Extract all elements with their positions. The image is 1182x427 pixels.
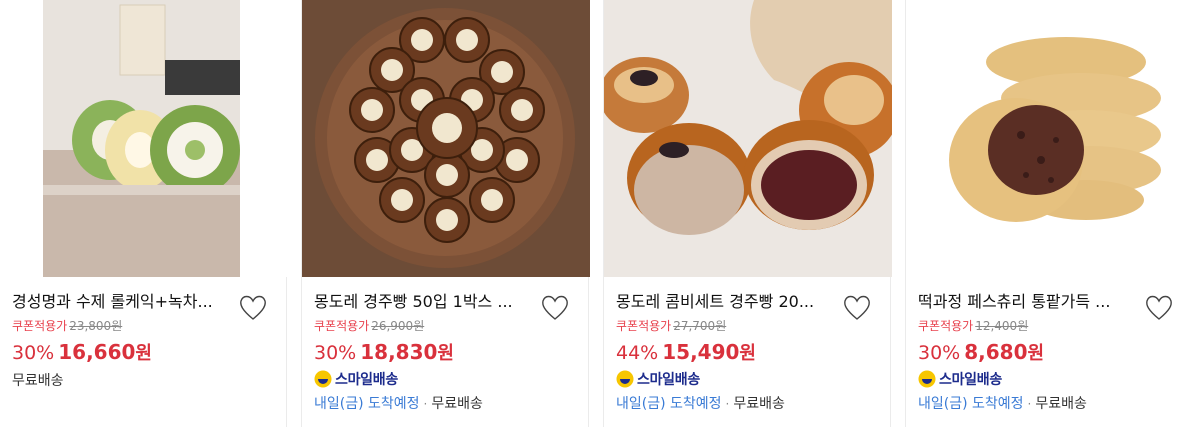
sale-price: 18,830	[360, 340, 438, 364]
product-image[interactable]	[0, 0, 288, 277]
sale-price: 8,680	[964, 340, 1028, 364]
arrival-date: 내일(금) 도착예정	[918, 396, 1024, 412]
smile-delivery-badge: 스마일배송	[314, 368, 398, 390]
free-shipping: 무료배송	[1035, 396, 1087, 412]
discount-rate: 44%	[616, 342, 659, 364]
heart-icon[interactable]	[842, 294, 872, 322]
shipping-row: 내일(금) 도착예정 · 무료배송	[616, 394, 785, 414]
smile-delivery-label: 스마일배송	[637, 372, 700, 388]
coupon-label: 쿠폰적용가	[314, 319, 370, 333]
product-title[interactable]: 몽도레 콤비세트 경주빵 20...	[616, 291, 830, 313]
product-image[interactable]	[604, 0, 892, 277]
free-shipping: 무료배송	[12, 373, 64, 389]
separator-dot: ·	[423, 397, 428, 411]
arrival-date: 내일(금) 도착예정	[314, 396, 420, 412]
arrival-date: 내일(금) 도착예정	[616, 396, 722, 412]
smile-delivery-label: 스마일배송	[939, 372, 1002, 388]
original-price: 26,900원	[371, 319, 425, 333]
smile-delivery-badge: 스마일배송	[616, 368, 700, 390]
heart-icon[interactable]	[238, 294, 268, 322]
product-card[interactable]: 경성명과 수제 롤케익+녹차... 쿠폰적용가 23,800원 30% 16,660…	[0, 0, 288, 427]
smile-delivery-badge: 스마일배송	[918, 368, 1002, 390]
smile-icon	[314, 370, 332, 388]
coupon-label: 쿠폰적용가	[12, 319, 68, 333]
shipping-row: 내일(금) 도착예정 · 무료배송	[314, 394, 483, 414]
currency-unit: 원	[739, 343, 756, 364]
product-title[interactable]: 몽도레 경주빵 50입 1박스 ...	[314, 291, 528, 313]
price-row: 30% 18,830원	[314, 339, 454, 367]
price-row: 30% 8,680원	[918, 339, 1044, 367]
smile-delivery-label: 스마일배송	[335, 372, 398, 388]
product-title[interactable]: 떡과정 페스츄리 통팥가득 ...	[918, 291, 1132, 313]
coupon-price-row: 쿠폰적용가 12,400원	[918, 318, 1028, 334]
product-card[interactable]: 몽도레 경주빵 50입 1박스 ... 쿠폰적용가 26,900원 30% 18,8…	[301, 0, 590, 427]
currency-unit: 원	[135, 343, 152, 364]
currency-unit: 원	[1027, 343, 1045, 364]
original-price: 27,700원	[673, 319, 727, 333]
discount-rate: 30%	[314, 342, 357, 364]
coupon-label: 쿠폰적용가	[918, 319, 974, 333]
heart-icon[interactable]	[540, 294, 570, 322]
product-card[interactable]: 몽도레 콤비세트 경주빵 20... 쿠폰적용가 27,700원 44% 15,49…	[603, 0, 892, 427]
discount-rate: 30%	[918, 342, 961, 364]
coupon-price-row: 쿠폰적용가 26,900원	[314, 318, 424, 334]
coupon-price-row: 쿠폰적용가 23,800원	[12, 318, 122, 334]
coupon-price-row: 쿠폰적용가 27,700원	[616, 318, 726, 334]
sale-price: 16,660	[58, 340, 136, 364]
original-price: 23,800원	[69, 319, 123, 333]
separator-dot: ·	[725, 397, 730, 411]
product-card[interactable]: 떡과정 페스츄리 통팥가득 ... 쿠폰적용가 12,400원 30% 8,680원…	[905, 0, 1182, 427]
product-title[interactable]: 경성명과 수제 롤케익+녹차...	[12, 291, 226, 313]
separator-dot: ·	[1027, 397, 1032, 411]
currency-unit: 원	[437, 343, 454, 364]
original-price: 12,400원	[975, 319, 1029, 333]
product-image[interactable]	[302, 0, 590, 277]
coupon-label: 쿠폰적용가	[616, 319, 672, 333]
price-row: 30% 16,660원	[12, 339, 152, 367]
free-shipping: 무료배송	[733, 396, 785, 412]
price-row: 44% 15,490원	[616, 339, 756, 367]
sale-price: 15,490	[662, 340, 740, 364]
smile-icon	[616, 370, 634, 388]
free-shipping: 무료배송	[431, 396, 483, 412]
discount-rate: 30%	[12, 342, 55, 364]
smile-icon	[918, 370, 936, 388]
heart-icon[interactable]	[1144, 294, 1174, 322]
shipping-row: 내일(금) 도착예정 · 무료배송	[918, 394, 1087, 414]
product-image[interactable]	[906, 0, 1182, 277]
